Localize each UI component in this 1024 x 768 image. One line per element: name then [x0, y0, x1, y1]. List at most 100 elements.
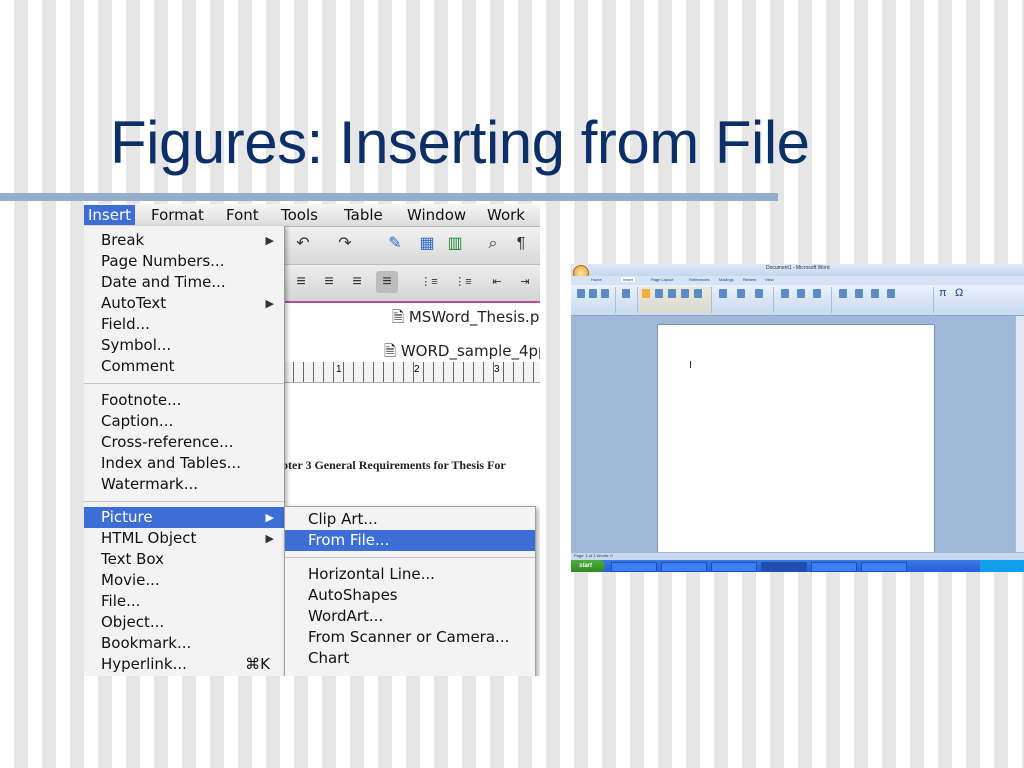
menu-item-bookmark[interactable]: Bookmark... — [84, 633, 284, 654]
outdent-icon[interactable]: ⇤ — [486, 271, 508, 293]
menu-item-page-numbers[interactable]: Page Numbers... — [84, 251, 284, 272]
quick-parts-icon[interactable] — [855, 289, 863, 298]
taskbar-item-active[interactable] — [761, 562, 807, 572]
footer-icon[interactable] — [797, 289, 805, 298]
picture-icon[interactable] — [642, 289, 650, 298]
taskbar-item[interactable] — [711, 562, 757, 572]
ribbon-group-pages — [573, 287, 616, 313]
drop-cap-icon[interactable] — [887, 289, 895, 298]
insert-excel-icon[interactable]: ▥ — [444, 233, 466, 255]
ribbon-tab-references[interactable]: References — [689, 277, 709, 282]
clip-art-icon[interactable] — [655, 289, 663, 298]
justify-icon[interactable]: ≡ — [376, 271, 398, 293]
menu-item-text-box[interactable]: Text Box — [84, 549, 284, 570]
equation-icon[interactable]: π — [939, 287, 947, 299]
ribbon-tab-view[interactable]: View — [765, 277, 774, 282]
menu-item-object[interactable]: Object... — [84, 612, 284, 633]
symbol-icon[interactable]: Ω — [955, 287, 963, 299]
menu-tools[interactable]: Tools — [281, 205, 318, 225]
zoom-icon[interactable]: ⌕ — [482, 233, 504, 255]
vertical-scrollbar[interactable] — [1015, 316, 1024, 552]
numbering-icon[interactable]: ⋮≡ — [452, 271, 474, 293]
submenu-item-horizontal-line[interactable]: Horizontal Line... — [285, 564, 535, 585]
menu-table[interactable]: Table — [344, 205, 383, 225]
hyperlink-icon[interactable] — [719, 289, 727, 298]
align-right-icon[interactable]: ≡ — [346, 271, 368, 293]
bullets-icon[interactable]: ⋮≡ — [418, 271, 440, 293]
ribbon-tab-mailings[interactable]: Mailings — [719, 277, 734, 282]
menu-item-date-time[interactable]: Date and Time... — [84, 272, 284, 293]
taskbar-item[interactable] — [661, 562, 707, 572]
taskbar-item[interactable] — [811, 562, 857, 572]
menu-item-cross-reference[interactable]: Cross-reference... — [84, 432, 284, 453]
menu-item-picture[interactable]: Picture ▶ — [84, 507, 284, 528]
shapes-icon[interactable] — [668, 289, 676, 298]
menu-item-caption[interactable]: Caption... — [84, 411, 284, 432]
align-center-icon[interactable]: ≡ — [318, 271, 340, 293]
menu-item-index-tables[interactable]: Index and Tables... — [84, 453, 284, 474]
cover-page-icon[interactable] — [577, 289, 585, 298]
doc-tab-thesis[interactable]: 🗎 MSWord_Thesis.p — [392, 304, 539, 330]
draw-table-icon[interactable]: ✎ — [384, 233, 406, 255]
menu-item-movie[interactable]: Movie... — [84, 570, 284, 591]
menu-item-footnote[interactable]: Footnote... — [84, 390, 284, 411]
pilcrow-icon[interactable]: ¶ — [510, 233, 532, 255]
ribbon-tab-insert[interactable]: Insert — [621, 277, 636, 282]
ribbon-group-illustrations — [639, 287, 712, 313]
formatting-toolbar: ≡ ≡ ≡ ≡ ⋮≡ ⋮≡ ⇤ ⇥ — [284, 265, 540, 303]
menu-font[interactable]: Font — [226, 205, 259, 225]
ribbon-tab-review[interactable]: Review — [743, 277, 756, 282]
chapter-heading: Chapter 3 General Requirements for Thesi… — [260, 458, 506, 472]
taskbar-item[interactable] — [611, 562, 657, 572]
header-icon[interactable] — [781, 289, 789, 298]
menu-separator — [84, 383, 284, 384]
bookmark-icon[interactable] — [737, 289, 745, 298]
ribbon-group-text — [833, 287, 934, 313]
table-icon[interactable] — [622, 289, 630, 298]
menu-item-comment[interactable]: Comment — [84, 356, 284, 377]
chart-icon[interactable] — [694, 289, 702, 298]
submenu-item-from-scanner[interactable]: From Scanner or Camera... — [285, 627, 535, 648]
wordart-icon[interactable] — [871, 289, 879, 298]
smartart-icon[interactable] — [681, 289, 689, 298]
page-number-icon[interactable] — [813, 289, 821, 298]
indent-icon[interactable]: ⇥ — [514, 271, 536, 293]
horizontal-ruler[interactable]: 1 2 3 — [284, 362, 540, 383]
undo-icon[interactable]: ↶ — [292, 233, 314, 255]
start-button[interactable]: start — [571, 560, 605, 572]
submenu-item-autoshapes[interactable]: AutoShapes — [285, 585, 535, 606]
menu-item-autotext[interactable]: AutoText ▶ — [84, 293, 284, 314]
text-box-icon[interactable] — [839, 289, 847, 298]
submenu-item-clip-art[interactable]: Clip Art... — [285, 509, 535, 530]
menu-item-watermark[interactable]: Watermark... — [84, 474, 284, 495]
insert-table-icon[interactable]: ▦ — [416, 233, 438, 255]
text-cursor — [690, 361, 691, 368]
ribbon-tab-home[interactable]: Home — [591, 277, 602, 282]
taskbar-item[interactable] — [861, 562, 907, 572]
align-left-icon[interactable]: ≡ — [290, 271, 312, 293]
blank-page-icon[interactable] — [589, 289, 597, 298]
page-break-icon[interactable] — [601, 289, 609, 298]
menu-format[interactable]: Format — [151, 205, 204, 225]
system-tray — [980, 560, 1024, 572]
window-title: Document1 - Microsoft Word — [766, 265, 830, 271]
menu-work[interactable]: Work — [487, 205, 525, 225]
document-page[interactable] — [657, 324, 935, 558]
redo-icon[interactable]: ↷ — [334, 233, 356, 255]
menu-item-html-object[interactable]: HTML Object ▶ — [84, 528, 284, 549]
menu-item-symbol[interactable]: Symbol... — [84, 335, 284, 356]
menu-item-break[interactable]: Break ▶ — [84, 230, 284, 251]
menu-window[interactable]: Window — [407, 205, 466, 225]
ribbon-tab-page-layout[interactable]: Page Layout — [651, 277, 673, 282]
doc-tab-sample[interactable]: 🗎 WORD_sample_4pp — [384, 338, 540, 364]
submenu-item-from-file[interactable]: From File... — [285, 530, 535, 551]
submenu-item-chart[interactable]: Chart — [285, 648, 535, 669]
cross-reference-icon[interactable] — [755, 289, 763, 298]
windows-taskbar: start — [571, 560, 1024, 572]
submenu-arrow-icon: ▶ — [265, 297, 274, 310]
menu-item-file[interactable]: File... — [84, 591, 284, 612]
menu-item-hyperlink[interactable]: Hyperlink... ⌘K — [84, 654, 284, 675]
submenu-item-wordart[interactable]: WordArt... — [285, 606, 535, 627]
menu-item-field[interactable]: Field... — [84, 314, 284, 335]
menu-insert[interactable]: Insert — [84, 205, 136, 225]
